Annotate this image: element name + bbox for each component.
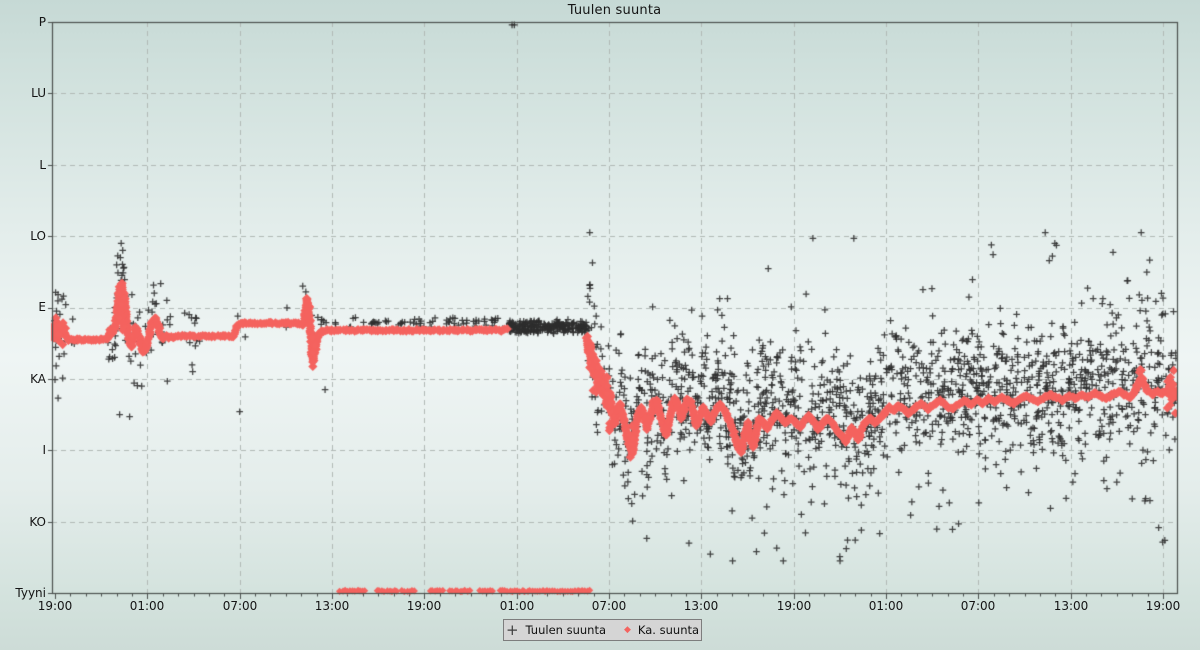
x-axis-label-10: 07:00 bbox=[948, 599, 1008, 613]
chart-title: Tuulen suunta bbox=[52, 3, 1177, 18]
y-axis-label-ko: KO bbox=[0, 515, 46, 529]
y-axis-label-tyyni: Tyyni bbox=[0, 586, 46, 600]
legend-label-ka-suunta: Ka. suunta bbox=[638, 623, 699, 637]
x-axis-label-4: 19:00 bbox=[394, 599, 454, 613]
x-axis-label-2: 07:00 bbox=[210, 599, 270, 613]
y-axis-label-lu: LU bbox=[0, 86, 46, 100]
legend-item-tuulen-suunta: + Tuulen suunta bbox=[506, 623, 606, 637]
plus-marker-icon: + bbox=[506, 625, 519, 635]
x-axis-label-5: 01:00 bbox=[487, 599, 547, 613]
y-axis-label-i: I bbox=[0, 443, 46, 457]
x-axis-label-1: 01:00 bbox=[117, 599, 177, 613]
x-axis-label-6: 07:00 bbox=[579, 599, 639, 613]
y-axis-label-lo: LO bbox=[0, 229, 46, 243]
x-axis-label-11: 13:00 bbox=[1041, 599, 1101, 613]
x-axis-label-7: 13:00 bbox=[671, 599, 731, 613]
legend-label-tuulen-suunta: Tuulen suunta bbox=[526, 623, 606, 637]
x-axis-label-9: 01:00 bbox=[856, 599, 916, 613]
legend-item-ka-suunta: ◆ Ka. suunta bbox=[624, 623, 699, 637]
chart-legend: + Tuulen suunta ◆ Ka. suunta bbox=[503, 619, 702, 641]
y-axis-label-ka: KA bbox=[0, 372, 46, 386]
y-axis-label-l: L bbox=[0, 158, 46, 172]
y-axis-label-e: E bbox=[0, 300, 46, 314]
diamond-marker-icon: ◆ bbox=[624, 626, 631, 635]
x-axis-label-8: 19:00 bbox=[764, 599, 824, 613]
y-axis-label-p: P bbox=[0, 15, 46, 29]
x-axis-label-12: 19:00 bbox=[1133, 599, 1193, 613]
x-axis-label-0: 19:00 bbox=[25, 599, 85, 613]
x-axis-label-3: 13:00 bbox=[302, 599, 362, 613]
wind-direction-chart-canvas bbox=[0, 0, 1200, 650]
